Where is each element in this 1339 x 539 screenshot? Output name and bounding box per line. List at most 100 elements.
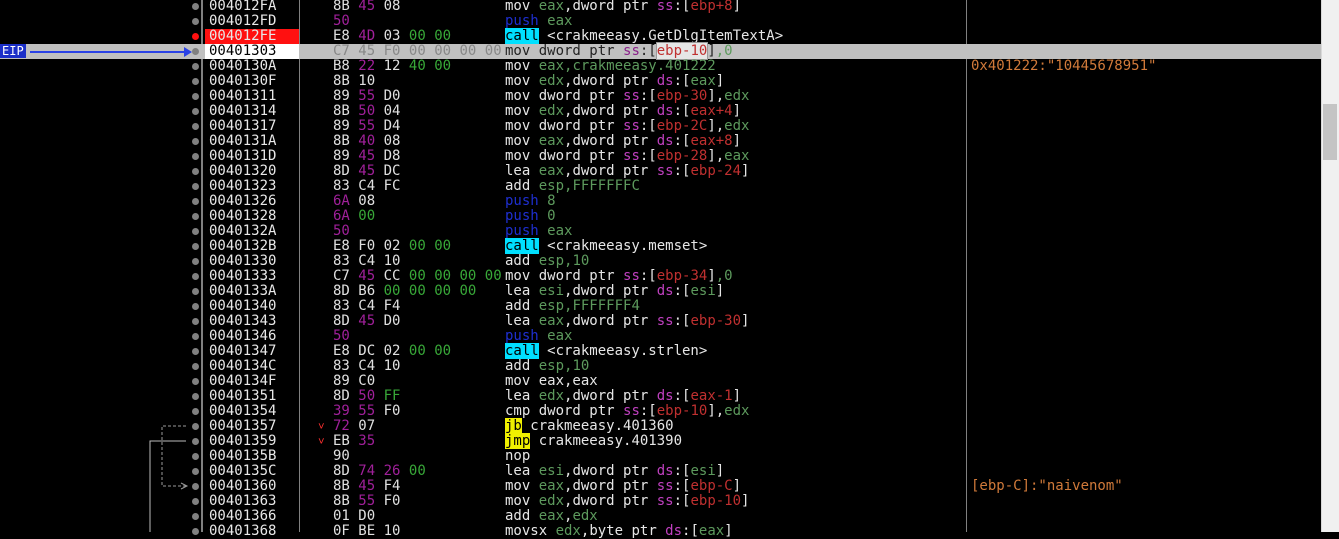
address-cell[interactable]: 00401346	[205, 329, 299, 344]
instruction-text[interactable]: mov edx,dword ptr ss:[ebp-10]	[505, 494, 749, 509]
instruction-text[interactable]: push eax	[505, 329, 572, 344]
address-cell[interactable]: 0040135C	[205, 464, 299, 479]
instruction-text[interactable]: mov edx,dword ptr ds:[eax+4]	[505, 104, 741, 119]
address-cell[interactable]: 0040134C	[205, 359, 299, 374]
instruction-text[interactable]: push eax	[505, 14, 572, 29]
address-cell[interactable]: 00401351	[205, 389, 299, 404]
opcode-bytes[interactable]: 8D 50 FF	[333, 389, 501, 404]
address-cell[interactable]: 00401363	[205, 494, 299, 509]
address-cell[interactable]: 004012FA	[205, 0, 299, 14]
opcode-bytes[interactable]: 83 C4 10	[333, 254, 501, 269]
address-cell[interactable]: 00401320	[205, 164, 299, 179]
instruction-text[interactable]: cmp dword ptr ss:[ebp-10],edx	[505, 404, 749, 419]
address-cell[interactable]: 004012FE	[205, 29, 299, 44]
instruction-text[interactable]: mov eax,dword ptr ds:[eax+8]	[505, 134, 741, 149]
instruction-text[interactable]: nop	[505, 449, 530, 464]
address-cell[interactable]: 00401343	[205, 314, 299, 329]
opcode-bytes[interactable]: C7 45 F0 00 00 00 00	[333, 44, 501, 59]
opcode-bytes[interactable]: 8D 45 D0	[333, 314, 501, 329]
opcode-bytes[interactable]: 89 45 D8	[333, 149, 501, 164]
opcode-bytes[interactable]: 8B 10	[333, 74, 501, 89]
address-cell[interactable]: 00401326	[205, 194, 299, 209]
instruction-text[interactable]: add esp,FFFFFFF4	[505, 299, 640, 314]
address-cell[interactable]: 00401354	[205, 404, 299, 419]
instruction-text[interactable]: mov eax,eax	[505, 374, 598, 389]
address-cell[interactable]: 00401366	[205, 509, 299, 524]
instruction-text[interactable]: push 0	[505, 209, 556, 224]
opcode-bytes[interactable]: 8B 40 08	[333, 134, 501, 149]
instruction-text[interactable]: lea eax,dword ptr ss:[ebp-24]	[505, 164, 749, 179]
opcode-bytes[interactable]: 8D 45 DC	[333, 164, 501, 179]
opcode-bytes[interactable]: 8D B6 00 00 00 00	[333, 284, 501, 299]
opcode-bytes[interactable]: 90	[333, 449, 501, 464]
instruction-text[interactable]: lea esi,dword ptr ds:[esi]	[505, 284, 724, 299]
opcode-bytes[interactable]: 01 D0	[333, 509, 501, 524]
instruction-text[interactable]: call <crakmeeasy.GetDlgItemTextA>	[505, 28, 783, 44]
instruction-text[interactable]: mov edx,dword ptr ds:[eax]	[505, 74, 724, 89]
opcode-bytes[interactable]: 6A 08	[333, 194, 501, 209]
opcode-bytes[interactable]: E8 4D 03 00 00	[333, 29, 501, 44]
opcode-bytes[interactable]: 83 C4 10	[333, 359, 501, 374]
opcode-bytes[interactable]: 72 07	[333, 419, 501, 434]
opcode-bytes[interactable]: E8 DC 02 00 00	[333, 344, 501, 359]
address-cell[interactable]: 00401303	[205, 44, 299, 59]
instruction-text[interactable]: mov dword ptr ss:[ebp-30],edx	[505, 89, 749, 104]
address-cell[interactable]: 00401360	[205, 479, 299, 494]
instruction-text[interactable]: lea eax,dword ptr ss:[ebp-30]	[505, 314, 749, 329]
address-cell[interactable]: 00401311	[205, 89, 299, 104]
address-cell[interactable]: 00401359	[205, 434, 299, 449]
opcode-bytes[interactable]: 39 55 F0	[333, 404, 501, 419]
instruction-text[interactable]: call <crakmeeasy.strlen>	[505, 343, 707, 359]
address-cell[interactable]: 00401347	[205, 344, 299, 359]
address-cell[interactable]: 0040131A	[205, 134, 299, 149]
opcode-bytes[interactable]: 8B 50 04	[333, 104, 501, 119]
instruction-text[interactable]: lea esi,dword ptr ds:[esi]	[505, 464, 724, 479]
address-cell[interactable]: 0040130A	[205, 59, 299, 74]
opcode-bytes[interactable]: 8B 55 F0	[333, 494, 501, 509]
address-cell[interactable]: 0040132A	[205, 224, 299, 239]
instruction-text[interactable]: mov eax,crakmeeasy.401222	[505, 59, 716, 74]
address-cell[interactable]: 0040134F	[205, 374, 299, 389]
instruction-text[interactable]: mov dword ptr ss:[ebp-34],0	[505, 269, 733, 284]
opcode-bytes[interactable]: 50	[333, 329, 501, 344]
address-cell[interactable]: 00401340	[205, 299, 299, 314]
address-cell[interactable]: 0040133A	[205, 284, 299, 299]
comment-cell[interactable]: [ebp-C]:"naivenom"	[971, 479, 1123, 494]
instruction-text[interactable]: push 8	[505, 194, 556, 209]
address-cell[interactable]: 00401328	[205, 209, 299, 224]
address-cell[interactable]: 0040130F	[205, 74, 299, 89]
address-cell[interactable]: 0040131D	[205, 149, 299, 164]
opcode-bytes[interactable]: 89 55 D4	[333, 119, 501, 134]
opcode-bytes[interactable]: E8 F0 02 00 00	[333, 239, 501, 254]
opcode-bytes[interactable]: 8B 45 08	[333, 0, 501, 14]
instruction-text[interactable]: jmp crakmeeasy.401390	[505, 433, 682, 449]
opcode-bytes[interactable]: 8D 74 26 00	[333, 464, 501, 479]
address-cell[interactable]: 00401314	[205, 104, 299, 119]
instruction-text[interactable]: add eax,edx	[505, 509, 598, 524]
instruction-text[interactable]: jb crakmeeasy.401360	[505, 418, 674, 434]
opcode-bytes[interactable]: C7 45 CC 00 00 00 00	[333, 269, 501, 284]
opcode-bytes[interactable]: EB 35	[333, 434, 501, 449]
address-cell[interactable]: 00401357	[205, 419, 299, 434]
instruction-text[interactable]: add esp,10	[505, 359, 589, 374]
instruction-text[interactable]: add esp,FFFFFFFC	[505, 179, 640, 194]
address-cell[interactable]: 0040132B	[205, 239, 299, 254]
address-cell[interactable]: 0040135B	[205, 449, 299, 464]
opcode-bytes[interactable]: 83 C4 F4	[333, 299, 501, 314]
opcode-bytes[interactable]: 89 C0	[333, 374, 501, 389]
instruction-text[interactable]: mov eax,dword ptr ss:[ebp+8]	[505, 0, 741, 14]
address-cell[interactable]: 00401323	[205, 179, 299, 194]
opcode-bytes[interactable]: 83 C4 FC	[333, 179, 501, 194]
opcode-bytes[interactable]: B8 22 12 40 00	[333, 59, 501, 74]
instruction-text[interactable]: lea edx,dword ptr ds:[eax-1]	[505, 389, 741, 404]
opcode-bytes[interactable]: 50	[333, 14, 501, 29]
instruction-text[interactable]: mov eax,dword ptr ss:[ebp-C]	[505, 479, 741, 494]
address-cell[interactable]: 00401333	[205, 269, 299, 284]
address-cell[interactable]: 004012FD	[205, 14, 299, 29]
opcode-bytes[interactable]: 50	[333, 224, 501, 239]
instruction-text[interactable]: mov dword ptr ss:[ebp-10],0	[505, 42, 733, 60]
instruction-text[interactable]: mov dword ptr ss:[ebp-28],eax	[505, 149, 749, 164]
instruction-text[interactable]: mov dword ptr ss:[ebp-2C],edx	[505, 119, 749, 134]
opcode-bytes[interactable]: 8B 45 F4	[333, 479, 501, 494]
address-cell[interactable]: 00401317	[205, 119, 299, 134]
